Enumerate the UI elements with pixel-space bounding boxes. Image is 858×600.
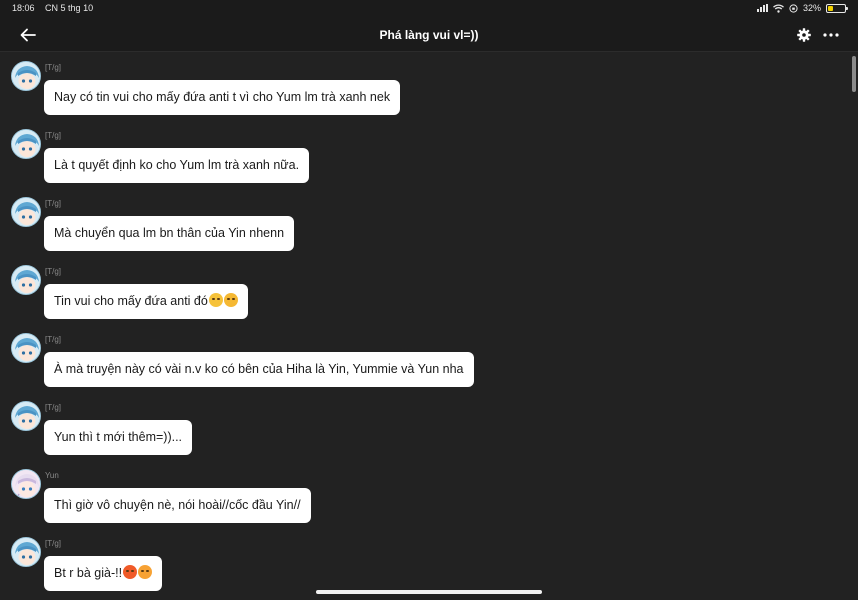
wifi-icon bbox=[773, 3, 784, 13]
more-options-button[interactable] bbox=[822, 27, 840, 43]
orientation-lock-icon bbox=[789, 3, 798, 13]
message-bubble[interactable]: Bt r bà già-!! bbox=[44, 556, 163, 591]
message-text: Mà chuyển qua lm bn thân của Yin nhenn bbox=[54, 226, 285, 240]
angry-face-emoji bbox=[138, 565, 153, 579]
avatar[interactable] bbox=[11, 129, 41, 159]
chat-message: Yun Thì giờ vô chuyện nè, nói hoài//cốc … bbox=[0, 461, 840, 529]
battery-level-fill bbox=[828, 5, 834, 11]
chat-message: [T/g] À mà truyện này có vài n.v ko có b… bbox=[0, 325, 840, 393]
chat-message: [T/g] Mà chuyển qua lm bn thân của Yin n… bbox=[0, 189, 840, 257]
message-bubble[interactable]: Nay có tin vui cho mấy đứa anti t vì cho… bbox=[44, 80, 401, 115]
relieved-face-emoji bbox=[223, 293, 238, 307]
sender-name: [T/g] bbox=[45, 267, 62, 276]
avatar-character-icon bbox=[12, 198, 40, 226]
status-bar-right: 32% bbox=[756, 3, 848, 13]
avatar-character-icon bbox=[12, 62, 40, 90]
avatar[interactable] bbox=[11, 333, 41, 363]
battery-icon bbox=[826, 3, 848, 13]
status-bar-left: 18:06 CN 5 thg 10 bbox=[12, 3, 101, 13]
avatar-character-icon bbox=[12, 130, 40, 158]
gear-icon bbox=[797, 28, 811, 42]
message-bubble[interactable]: À mà truyện này có vài n.v ko có bên của… bbox=[44, 352, 474, 387]
avatar[interactable] bbox=[11, 197, 41, 227]
status-bar: 18:06 CN 5 thg 10 32% bbox=[0, 0, 858, 18]
signal-icon bbox=[756, 4, 768, 12]
sender-name: [T/g] bbox=[45, 403, 62, 412]
avatar-character-icon bbox=[12, 470, 40, 498]
chat-message: [T/g] Tin vui cho mấy đứa anti đó bbox=[0, 257, 840, 325]
avatar[interactable] bbox=[11, 469, 41, 499]
sender-name: Yun bbox=[45, 471, 59, 480]
status-date: CN 5 thg 10 bbox=[45, 3, 94, 13]
chat-message: [T/g] Yun thì t mới thêm=))... bbox=[0, 393, 840, 461]
message-text: Tin vui cho mấy đứa anti đó bbox=[54, 294, 208, 308]
scrollbar[interactable] bbox=[852, 56, 856, 92]
home-indicator[interactable] bbox=[316, 590, 542, 594]
message-bubble[interactable]: Yun thì t mới thêm=))... bbox=[44, 420, 193, 455]
angry-face-emoji bbox=[123, 565, 138, 579]
battery-percent: 32% bbox=[802, 3, 821, 13]
partying-face-emoji bbox=[208, 293, 223, 307]
message-bubble[interactable]: Mà chuyển qua lm bn thân của Yin nhenn bbox=[44, 216, 295, 251]
chat-message: [T/g] Là t quyết định ko cho Yum lm trà … bbox=[0, 121, 840, 189]
avatar[interactable] bbox=[11, 537, 41, 567]
message-text: Là t quyết định ko cho Yum lm trà xanh n… bbox=[54, 158, 300, 172]
sender-name: [T/g] bbox=[45, 131, 62, 140]
settings-button[interactable] bbox=[796, 27, 812, 43]
avatar-character-icon bbox=[12, 402, 40, 430]
chat-message: [T/g] Bt r bà già-!! bbox=[0, 529, 840, 597]
sender-name: [T/g] bbox=[45, 335, 62, 344]
message-text: Nay có tin vui cho mấy đứa anti t vì cho… bbox=[54, 90, 391, 104]
more-icon bbox=[823, 33, 839, 37]
sender-name: [T/g] bbox=[45, 539, 62, 548]
chat-title: Phá làng vui vl=)) bbox=[379, 28, 479, 42]
message-bubble[interactable]: Tin vui cho mấy đứa anti đó bbox=[44, 284, 248, 319]
message-text: Thì giờ vô chuyện nè, nói hoài//cốc đầu … bbox=[54, 498, 301, 512]
avatar[interactable] bbox=[11, 61, 41, 91]
message-bubble[interactable]: Là t quyết định ko cho Yum lm trà xanh n… bbox=[44, 148, 310, 183]
message-text: À mà truyện này có vài n.v ko có bên của… bbox=[54, 362, 464, 376]
chat-message-list[interactable]: [T/g] Nay có tin vui cho mấy đứa anti t … bbox=[0, 53, 850, 600]
avatar-character-icon bbox=[12, 266, 40, 294]
chat-header: Phá làng vui vl=)) bbox=[0, 18, 858, 52]
avatar-character-icon bbox=[12, 538, 40, 566]
avatar-character-icon bbox=[12, 334, 40, 362]
message-text: Yun thì t mới thêm=))... bbox=[54, 430, 183, 444]
chat-message: [T/g] Nay có tin vui cho mấy đứa anti t … bbox=[0, 53, 840, 121]
sender-name: [T/g] bbox=[45, 63, 62, 72]
message-bubble[interactable]: Thì giờ vô chuyện nè, nói hoài//cốc đầu … bbox=[44, 488, 311, 523]
status-time: 18:06 bbox=[12, 3, 35, 13]
sender-name: [T/g] bbox=[45, 199, 62, 208]
avatar[interactable] bbox=[11, 401, 41, 431]
message-text: Bt r bà già-!! bbox=[54, 566, 123, 580]
avatar[interactable] bbox=[11, 265, 41, 295]
